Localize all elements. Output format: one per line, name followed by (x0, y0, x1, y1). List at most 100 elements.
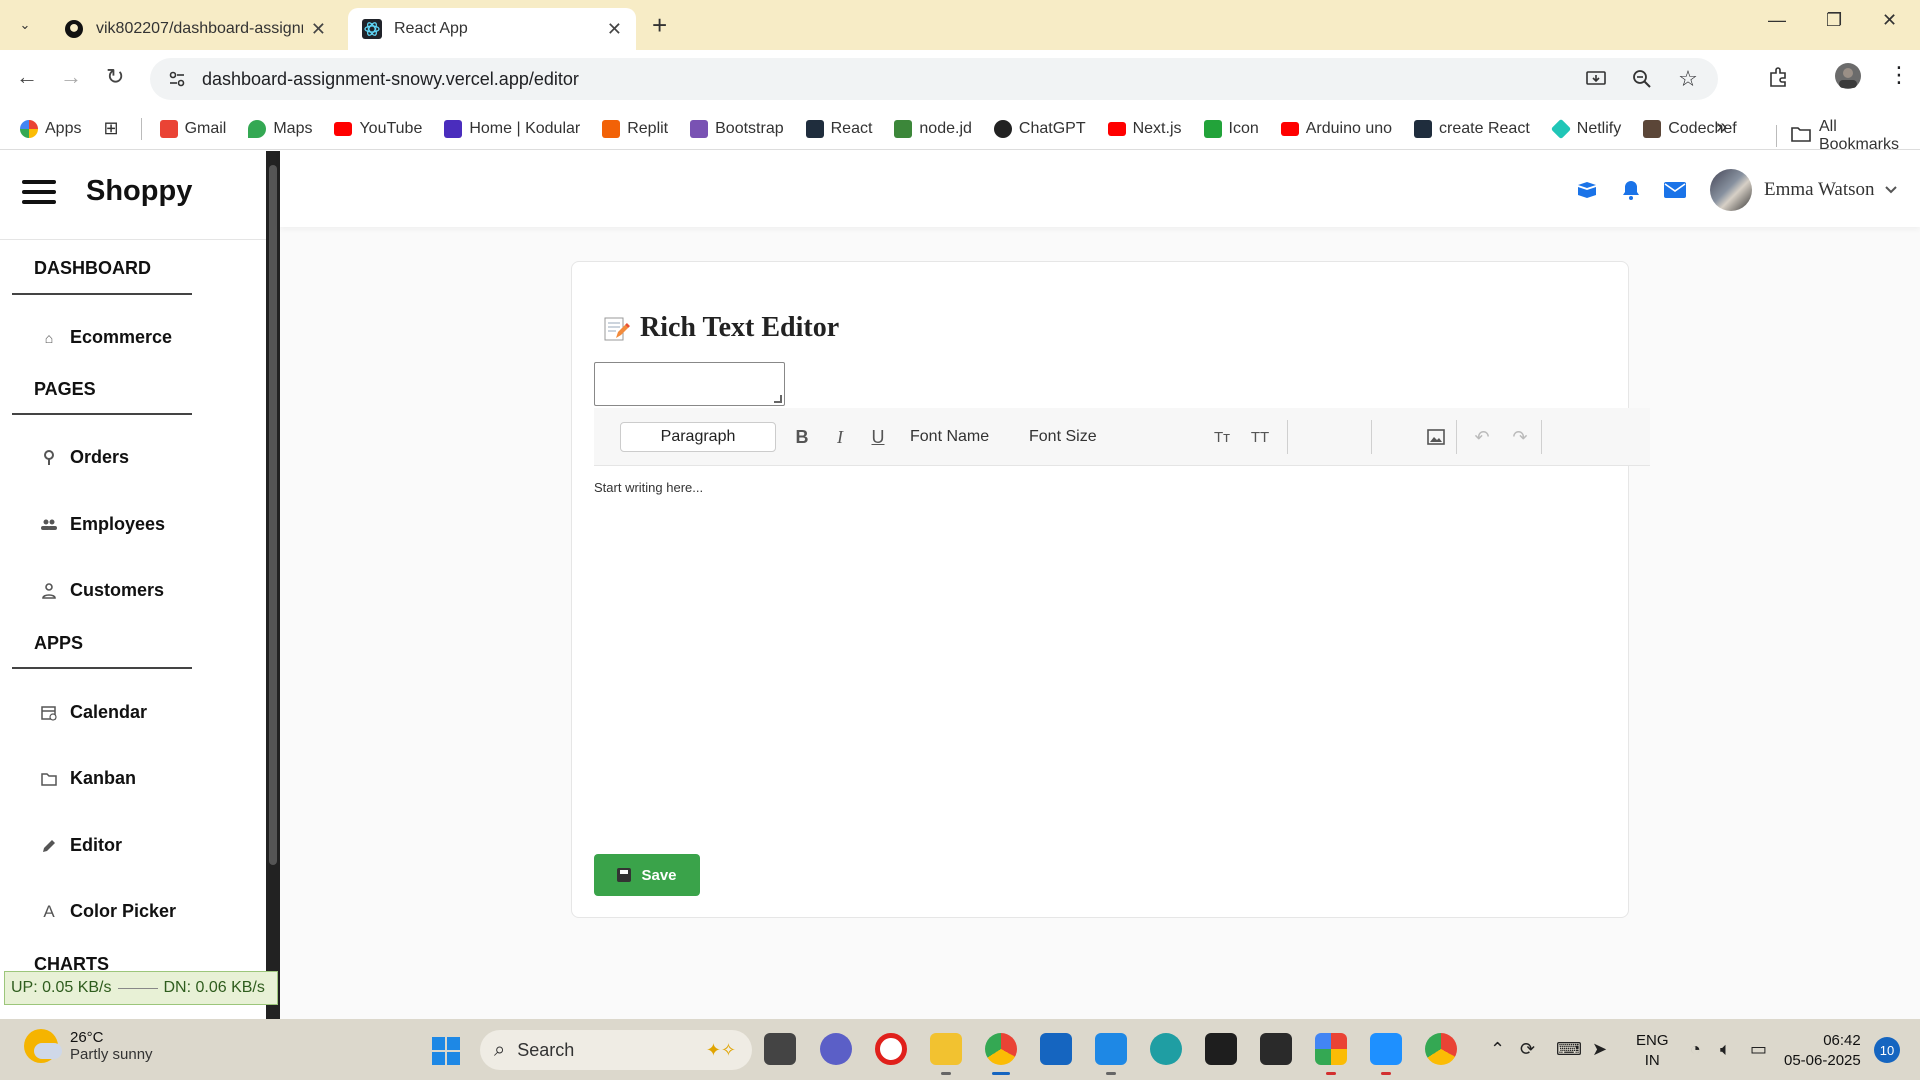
bookmark-arduino[interactable]: Arduino uno (1280, 119, 1393, 138)
install-app-icon[interactable] (1584, 67, 1608, 91)
hamburger-menu-icon[interactable] (22, 179, 56, 204)
task-view-icon[interactable] (764, 1033, 796, 1065)
new-tab-button[interactable]: + (652, 10, 667, 41)
close-icon[interactable]: ✕ (607, 19, 622, 40)
tab-react-app[interactable]: React App ✕ (348, 8, 636, 50)
extensions-icon[interactable] (1768, 66, 1790, 93)
sidebar-item-employees[interactable]: Employees (40, 514, 165, 535)
sidebar-item-color-picker[interactable]: A Color Picker (40, 901, 176, 922)
undo-icon[interactable]: ↶ (1470, 422, 1494, 452)
browser-menu-icon[interactable]: ⋮ (1888, 62, 1910, 88)
react-icon (362, 19, 382, 39)
teams-icon[interactable] (820, 1033, 852, 1065)
sidebar-item-orders[interactable]: Orders (40, 447, 129, 468)
bookmark-bootstrap[interactable]: Bootstrap (690, 119, 784, 138)
underline-icon[interactable]: U (866, 422, 890, 452)
bold-icon[interactable]: B (790, 422, 814, 452)
sidebar-item-calendar[interactable]: Calendar (40, 702, 147, 723)
bookmark-create-react[interactable]: create React (1414, 119, 1530, 138)
weather-widget[interactable]: 26°C Partly sunny (24, 1029, 153, 1063)
reload-icon[interactable]: ↻ (106, 64, 124, 90)
battery-icon[interactable]: ▭ (1750, 1039, 1767, 1060)
close-icon[interactable]: ✕ (311, 19, 326, 40)
lowercase-icon[interactable]: Tт (1210, 422, 1234, 452)
bookmark-youtube[interactable]: YouTube (334, 120, 422, 138)
app-icon[interactable] (1260, 1033, 1292, 1065)
address-bar[interactable]: dashboard-assignment-snowy.vercel.app/ed… (150, 58, 1718, 100)
window-close-icon[interactable]: ✕ (1882, 10, 1897, 31)
section-divider (12, 413, 192, 415)
all-bookmarks[interactable]: All Bookmarks (1776, 118, 1920, 154)
taskbar-search[interactable]: ⌕ Search ✦✧ (480, 1030, 752, 1070)
sync-icon[interactable]: ⟳ (1520, 1039, 1535, 1060)
bookmark-apps[interactable]: Apps (20, 119, 81, 138)
mail-icon[interactable] (1664, 179, 1686, 201)
file-explorer-icon[interactable] (930, 1033, 962, 1065)
scrollbar-thumb[interactable] (269, 165, 277, 865)
bell-icon[interactable] (1620, 179, 1642, 201)
windows-start-icon[interactable] (432, 1037, 460, 1065)
tab-github[interactable]: vik802207/dashboard-assignme ✕ (50, 8, 340, 50)
image-icon[interactable] (1424, 422, 1448, 452)
app-icon[interactable] (1370, 1033, 1402, 1065)
title-textarea[interactable] (594, 362, 785, 406)
user-menu[interactable]: Emma Watson (1710, 169, 1897, 211)
vscode-icon[interactable] (1095, 1033, 1127, 1065)
bookmark-netlify[interactable]: Netlify (1550, 118, 1621, 139)
brand-name[interactable]: Shoppy (86, 175, 192, 208)
chevron-right-double-icon[interactable]: » (1716, 116, 1727, 139)
chrome-icon[interactable] (985, 1033, 1017, 1065)
uppercase-icon[interactable]: TT (1248, 422, 1272, 452)
bookmark-icon[interactable]: Icon (1203, 119, 1259, 138)
sidebar-item-customers[interactable]: Customers (40, 580, 164, 601)
tab-search-button[interactable]: ⌄ (12, 12, 38, 38)
site-info-icon[interactable] (166, 68, 188, 90)
font-name-dropdown[interactable]: Font Name (910, 428, 989, 446)
save-button[interactable]: Save (594, 854, 700, 896)
wifi-icon[interactable]: ◔ (1690, 1039, 1701, 1060)
bookmark-nodejs[interactable]: node.jd (894, 119, 972, 138)
font-size-dropdown[interactable]: Font Size (1029, 428, 1097, 446)
location-icon[interactable]: ➤ (1592, 1039, 1607, 1060)
bookmark-maps[interactable]: Maps (248, 119, 312, 138)
opera-icon[interactable] (875, 1033, 907, 1065)
system-clock[interactable]: 06:42 05-06-2025 (1784, 1031, 1861, 1071)
sidebar-scrollbar[interactable] (266, 151, 280, 1019)
bookmark-star-icon[interactable]: ☆ (1676, 66, 1700, 91)
bookmark-grid[interactable]: ⊞ (103, 118, 118, 139)
bookmark-replit[interactable]: Replit (602, 119, 668, 138)
sidebar-item-kanban[interactable]: Kanban (40, 768, 136, 789)
keyboard-icon[interactable]: ⌨ (1556, 1039, 1582, 1060)
language-indicator[interactable]: ENG IN (1636, 1031, 1669, 1071)
restore-icon[interactable]: ❐ (1826, 10, 1842, 31)
forward-icon[interactable]: → (60, 64, 82, 90)
sidebar-item-editor[interactable]: Editor (40, 835, 122, 856)
chevron-up-icon[interactable]: ⌃ (1490, 1039, 1505, 1060)
store-icon[interactable] (1040, 1033, 1072, 1065)
back-icon[interactable]: ← (16, 64, 38, 90)
chrome-profile-icon[interactable] (1425, 1033, 1457, 1065)
editor-placeholder[interactable]: Start writing here... (594, 480, 703, 495)
italic-icon[interactable]: I (828, 422, 852, 452)
block-format-select[interactable]: Paragraph (620, 422, 776, 452)
figma-icon[interactable] (1205, 1033, 1237, 1065)
bookmark-label: Home | Kodular (469, 119, 581, 137)
profile-avatar[interactable] (1834, 62, 1862, 95)
bookmark-chatgpt[interactable]: ChatGPT (993, 119, 1086, 138)
netlify-icon (1550, 118, 1571, 139)
bookmark-kodular[interactable]: Home | Kodular (444, 119, 581, 138)
zoom-icon[interactable] (1630, 67, 1654, 91)
notification-badge[interactable]: 10 (1874, 1037, 1900, 1063)
volume-icon[interactable]: 🔈︎ (1720, 1039, 1731, 1060)
bookmark-react[interactable]: React (805, 119, 872, 138)
resize-handle[interactable] (774, 395, 782, 403)
photos-icon[interactable] (1315, 1033, 1347, 1065)
minimize-icon[interactable]: — (1768, 10, 1786, 31)
sidebar-item-ecommerce[interactable]: ⌂ Ecommerce (40, 327, 172, 348)
bookmark-gmail[interactable]: Gmail (159, 119, 226, 138)
bookmark-label: Arduino uno (1305, 119, 1393, 137)
redo-icon[interactable]: ↷ (1508, 422, 1532, 452)
arduino-icon[interactable] (1150, 1033, 1182, 1065)
cart-icon[interactable] (1576, 179, 1598, 201)
bookmark-nextjs[interactable]: Next.js (1107, 120, 1182, 138)
